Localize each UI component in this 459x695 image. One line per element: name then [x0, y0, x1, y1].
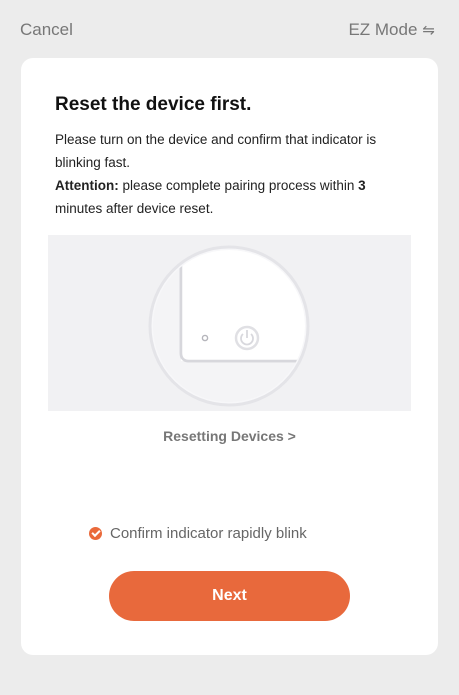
attention-text-post: minutes after device reset. [55, 201, 214, 216]
ez-mode-label: EZ Mode [348, 20, 418, 39]
checked-icon [89, 527, 102, 540]
swap-icon: ⇋ [422, 22, 435, 39]
next-button[interactable]: Next [109, 571, 350, 621]
cancel-button[interactable]: Cancel [20, 20, 73, 40]
attention-text-pre: please complete pairing process within [122, 178, 355, 193]
confirm-label: Confirm indicator rapidly blink [110, 525, 307, 542]
device-illustration-svg [148, 245, 310, 407]
device-illustration [48, 235, 411, 411]
instruction-text: Please turn on the device and confirm th… [55, 128, 415, 220]
resetting-devices-link[interactable]: Resetting Devices > [21, 428, 438, 444]
description-text: Please turn on the device and confirm th… [55, 132, 377, 170]
ez-mode-switch[interactable]: EZ Mode ⇋ [348, 20, 435, 40]
confirm-checkbox[interactable]: Confirm indicator rapidly blink [89, 525, 307, 542]
attention-label: Attention: [55, 178, 119, 193]
page-title: Reset the device first. [55, 94, 252, 115]
attention-minutes: 3 [358, 178, 366, 193]
top-bar: Cancel EZ Mode ⇋ [0, 0, 459, 56]
instruction-card: Reset the device first. Please turn on t… [21, 58, 438, 655]
